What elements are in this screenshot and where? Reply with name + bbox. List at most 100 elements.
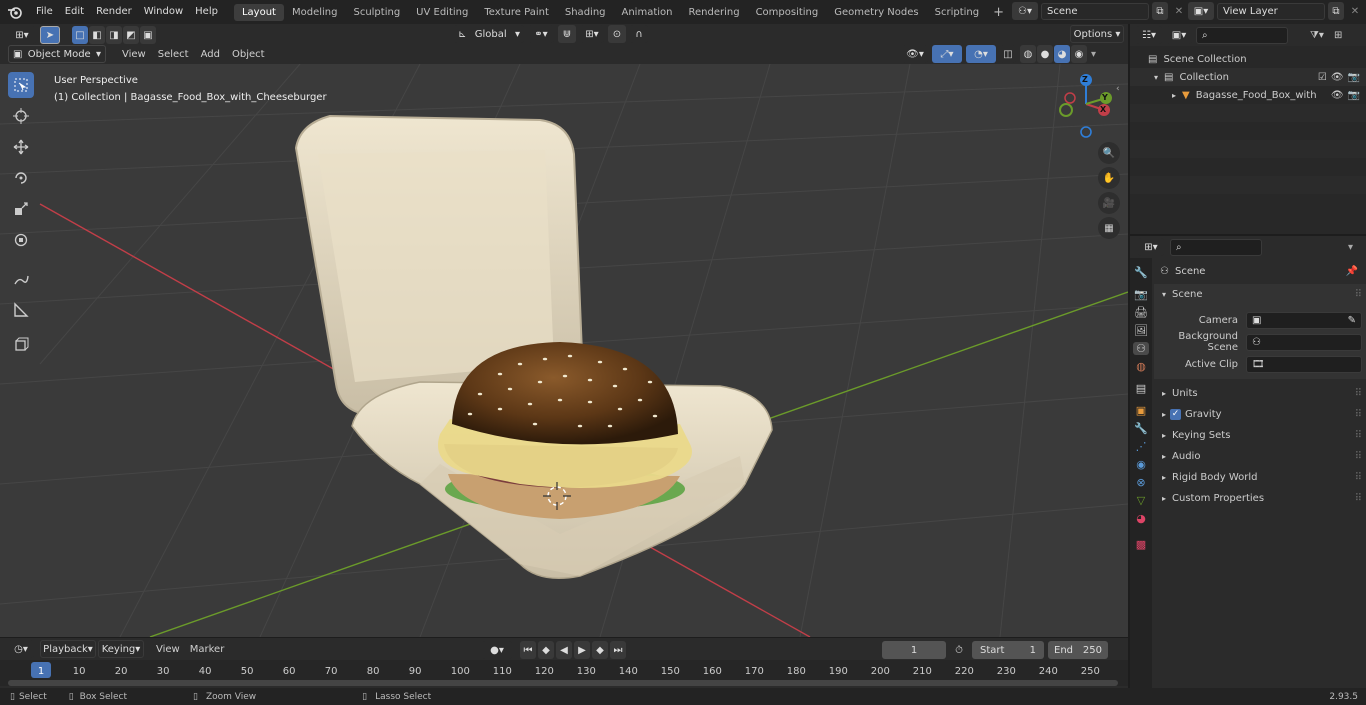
gizmo-toggle-icon[interactable]: ⤢▾ xyxy=(932,45,962,63)
exclude-checkbox-icon[interactable]: ☑ xyxy=(1318,72,1327,83)
viewport-menu-view[interactable]: View xyxy=(116,49,152,60)
solid-shading-icon[interactable]: ● xyxy=(1037,45,1053,63)
annotate-tool-icon[interactable] xyxy=(8,266,34,292)
drag-handle-icon[interactable]: ⠿ xyxy=(1355,409,1362,420)
object-tab-icon[interactable]: ▣ xyxy=(1136,404,1146,417)
tab-texture-paint[interactable]: Texture Paint xyxy=(476,4,557,21)
end-frame-field[interactable]: End 250 xyxy=(1048,641,1108,659)
tool-tab-icon[interactable]: 🔧 xyxy=(1134,266,1148,279)
constraints-tab-icon[interactable]: ⊗ xyxy=(1136,476,1145,489)
physics-tab-icon[interactable]: ◉ xyxy=(1136,458,1146,471)
add-workspace-button[interactable]: + xyxy=(987,5,1010,20)
output-tab-icon[interactable]: 🖨 xyxy=(1134,306,1148,319)
tab-modeling[interactable]: Modeling xyxy=(284,4,346,21)
timeline-editor-type-icon[interactable]: ◷▾ xyxy=(8,640,34,658)
camera-render-icon[interactable]: 📷 xyxy=(1348,90,1360,101)
outliner-search-input[interactable]: ⌕ xyxy=(1196,26,1288,44)
scene-icon[interactable]: ⚇▾ xyxy=(1012,2,1038,20)
zoom-icon[interactable]: 🔍 xyxy=(1098,142,1120,164)
scale-tool-icon[interactable] xyxy=(8,196,34,222)
mode-invert-icon[interactable]: ◩ xyxy=(123,26,139,44)
play-icon[interactable]: ▶ xyxy=(574,641,590,659)
tab-sculpting[interactable]: Sculpting xyxy=(345,4,408,21)
cursor-tool-icon[interactable] xyxy=(8,103,34,129)
viewport-menu-select[interactable]: Select xyxy=(152,49,195,60)
proportional-edit-icon[interactable]: ⊙ xyxy=(608,25,626,43)
add-cube-tool-icon[interactable] xyxy=(8,332,34,358)
eye-icon[interactable]: 👁 xyxy=(1331,90,1344,101)
material-shading-icon[interactable]: ◕ xyxy=(1054,45,1070,63)
editor-type-icon[interactable]: ⊞▾ xyxy=(8,26,36,44)
view-layer-icon[interactable]: ▣▾ xyxy=(1188,2,1214,20)
viewport-menu-add[interactable]: Add xyxy=(195,49,226,60)
mode-new-icon[interactable]: □ xyxy=(72,26,88,44)
background-scene-field[interactable]: ⚇ xyxy=(1246,333,1362,351)
snap-magnet-icon[interactable]: ⋓ xyxy=(558,25,576,43)
outliner-editor-type-icon[interactable]: ☷▾ xyxy=(1136,26,1162,44)
properties-options-icon[interactable]: ▾ xyxy=(1348,242,1353,253)
properties-editor-type-icon[interactable]: ⊞▾ xyxy=(1138,238,1164,256)
proportional-falloff-icon[interactable]: ∩ xyxy=(630,25,648,43)
texture-tab-icon[interactable]: ▩ xyxy=(1136,538,1146,551)
object-mode-dropdown[interactable]: ▣ Object Mode ▾ xyxy=(8,45,106,63)
transform-tool-icon[interactable] xyxy=(8,227,34,253)
properties-search-input[interactable]: ⌕ xyxy=(1170,238,1262,256)
options-dropdown[interactable]: Options ▾ xyxy=(1070,25,1124,43)
shading-options-chevron-icon[interactable]: ▾ xyxy=(1091,49,1103,60)
tab-shading[interactable]: Shading xyxy=(557,4,614,21)
particles-tab-icon[interactable]: ⋰ xyxy=(1136,440,1147,453)
overlay-toggle-icon[interactable]: ◔▾ xyxy=(966,45,996,63)
xray-toggle-icon[interactable]: ◫ xyxy=(1000,45,1016,63)
jump-end-icon[interactable]: ⏭ xyxy=(610,641,626,659)
wireframe-shading-icon[interactable]: ◍ xyxy=(1020,45,1036,63)
camera-field[interactable]: ▣ ✎ xyxy=(1246,311,1362,329)
jump-start-icon[interactable]: ⏮ xyxy=(520,641,536,659)
close-scene-icon[interactable]: ✕ xyxy=(1171,6,1187,17)
tab-geometry-nodes[interactable]: Geometry Nodes xyxy=(826,4,926,21)
scene-tab-icon[interactable]: ⚇ xyxy=(1133,342,1149,355)
panel-units[interactable]: ▸ Units ⠿ xyxy=(1154,383,1366,404)
tab-scripting[interactable]: Scripting xyxy=(927,4,987,21)
eye-icon[interactable]: 👁 xyxy=(1331,72,1344,83)
view-layer-field[interactable]: View Layer xyxy=(1217,2,1325,20)
blender-logo-icon[interactable] xyxy=(0,5,30,19)
visibility-icon[interactable]: 👁▾ xyxy=(902,45,928,63)
scene-name-field[interactable]: Scene xyxy=(1041,2,1149,20)
drag-handle-icon[interactable]: ⠿ xyxy=(1355,289,1362,300)
drag-handle-icon[interactable]: ⠿ xyxy=(1355,430,1362,441)
render-tab-icon[interactable]: 📷 xyxy=(1134,288,1148,301)
current-frame-field[interactable]: 1 xyxy=(882,641,946,659)
modifier-tab-icon[interactable]: 🔧 xyxy=(1134,422,1148,435)
next-keyframe-icon[interactable]: ◆ xyxy=(592,641,608,659)
keying-dropdown[interactable]: Keying ▾ xyxy=(98,640,144,658)
viewport-menu-object[interactable]: Object xyxy=(226,49,271,60)
close-view-layer-icon[interactable]: ✕ xyxy=(1347,6,1363,17)
filter-icon[interactable]: ⧩▾ xyxy=(1310,30,1324,41)
new-collection-icon[interactable]: ⊞ xyxy=(1334,30,1342,41)
collection-tab-icon[interactable]: ▤ xyxy=(1136,382,1146,395)
menu-help[interactable]: Help xyxy=(189,0,224,24)
drag-handle-icon[interactable]: ⠿ xyxy=(1355,388,1362,399)
select-tool-icon[interactable]: ➤ xyxy=(40,26,60,44)
start-frame-field[interactable]: Start 1 xyxy=(972,641,1044,659)
world-tab-icon[interactable]: ◍ xyxy=(1136,360,1146,373)
mode-extend-icon[interactable]: ◧ xyxy=(89,26,105,44)
measure-tool-icon[interactable] xyxy=(8,297,34,323)
pivot-point-icon[interactable]: ⚭▾ xyxy=(528,25,554,43)
select-box-icon[interactable] xyxy=(8,72,34,98)
copy-scene-icon[interactable]: ⧉ xyxy=(1152,2,1168,20)
active-clip-field[interactable]: 🎞 xyxy=(1246,355,1362,373)
transform-orientation-dropdown[interactable]: ⊾ Global ▾ xyxy=(454,25,524,43)
panel-scene-header[interactable]: ▾ Scene ⠿ xyxy=(1154,284,1366,305)
view-layer-tab-icon[interactable]: 🖼 xyxy=(1134,324,1148,337)
rotate-tool-icon[interactable] xyxy=(8,165,34,191)
stopwatch-icon[interactable]: ⏱ xyxy=(950,645,968,656)
expand-right-icon[interactable]: ▸ xyxy=(1172,91,1176,100)
drag-handle-icon[interactable]: ⠿ xyxy=(1355,451,1362,462)
display-mode-icon[interactable]: ▣▾ xyxy=(1166,26,1192,44)
mode-subtract-icon[interactable]: ◨ xyxy=(106,26,122,44)
snap-target-icon[interactable]: ⊞▾ xyxy=(580,25,604,43)
tab-uv-editing[interactable]: UV Editing xyxy=(408,4,476,21)
panel-custom-properties[interactable]: ▸ Custom Properties ⠿ xyxy=(1154,488,1366,509)
gravity-checkbox[interactable]: ✓ xyxy=(1170,409,1182,420)
